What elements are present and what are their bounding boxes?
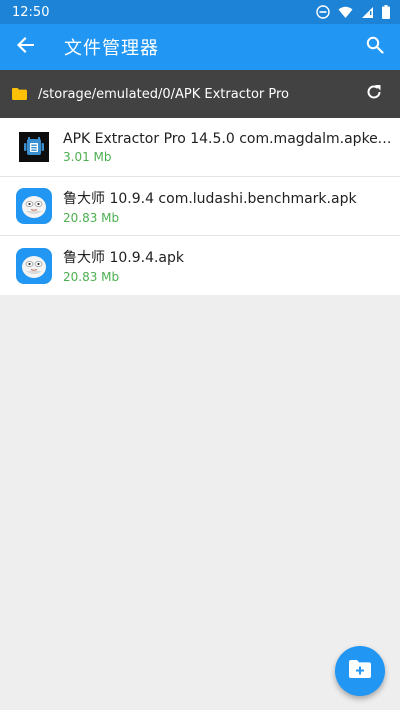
current-path: /storage/emulated/0/APK Extractor Pro: [38, 86, 290, 102]
app-bar: 文件管理器: [0, 24, 400, 70]
search-button[interactable]: [352, 24, 398, 70]
wifi-icon: [338, 6, 353, 19]
back-button[interactable]: [2, 24, 50, 70]
apk-extractor-app-icon: [15, 128, 53, 166]
status-time: 12:50: [12, 4, 50, 20]
status-bar: 12:50: [0, 0, 400, 24]
path-bar: /storage/emulated/0/APK Extractor Pro: [0, 70, 400, 118]
file-size: 20.83 Mb: [63, 210, 120, 225]
refresh-button[interactable]: [352, 70, 396, 118]
status-icons: [316, 5, 390, 19]
app-title: 文件管理器: [64, 38, 159, 59]
folder-icon: [12, 86, 28, 102]
do-not-disturb-icon: [316, 5, 330, 19]
arrow-back-icon: [17, 36, 35, 58]
refresh-icon: [365, 83, 383, 105]
file-name: APK Extractor Pro 14.5.0 com.magdalm.apk…: [63, 130, 392, 147]
file-size: 20.83 Mb: [63, 270, 120, 284]
file-list-item[interactable]: APK Extractor Pro 14.5.0 com.magdalm.apk…: [0, 118, 400, 177]
search-icon: [366, 36, 384, 58]
file-name: 鲁大师 10.9.4 com.ludashi.benchmark.apk: [63, 190, 357, 207]
ludashi-app-icon: [15, 247, 53, 285]
new-folder-button[interactable]: [335, 646, 385, 696]
battery-icon: [382, 5, 390, 19]
signal-icon: [361, 6, 374, 19]
ludashi-app-icon: [15, 187, 53, 225]
file-list-item[interactable]: 鲁大师 10.9.4 com.ludashi.benchmark.apk 20.…: [0, 177, 400, 236]
file-list-item[interactable]: 鲁大师 10.9.4.apk 20.83 Mb: [0, 236, 400, 295]
file-size: 3.01 Mb: [63, 149, 112, 164]
file-list: APK Extractor Pro 14.5.0 com.magdalm.apk…: [0, 118, 400, 295]
file-name: 鲁大师 10.9.4.apk: [63, 250, 185, 266]
new-folder-icon: [349, 660, 371, 682]
